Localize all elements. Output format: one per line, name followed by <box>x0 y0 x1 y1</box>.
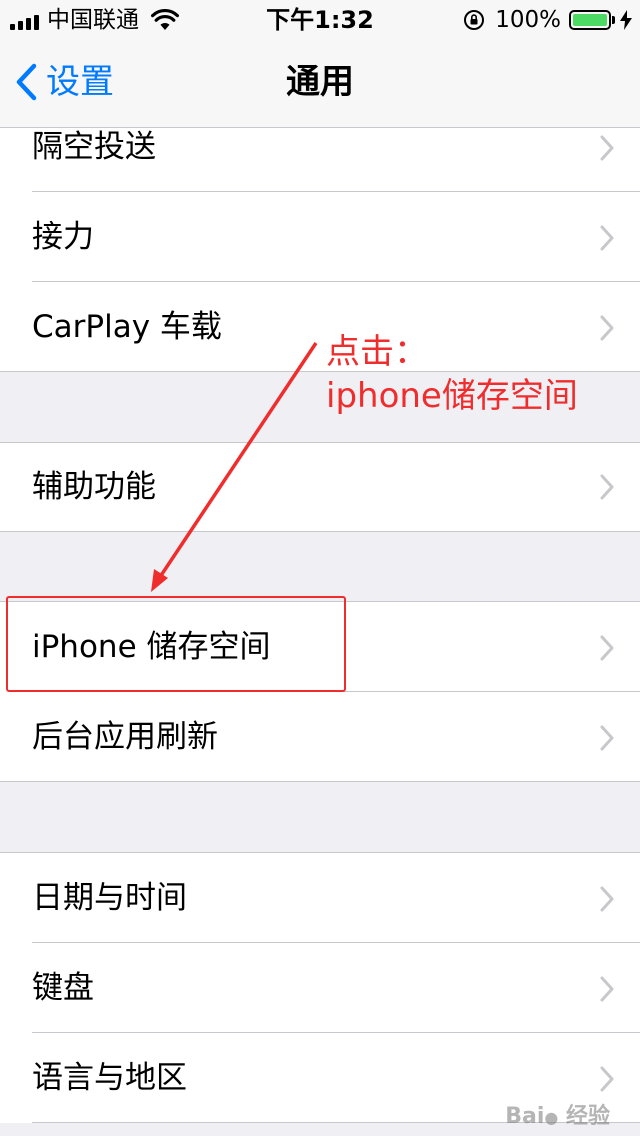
watermark-logo: Bai● 经验 <box>505 1104 610 1129</box>
annotation-arrow-icon <box>151 342 318 592</box>
